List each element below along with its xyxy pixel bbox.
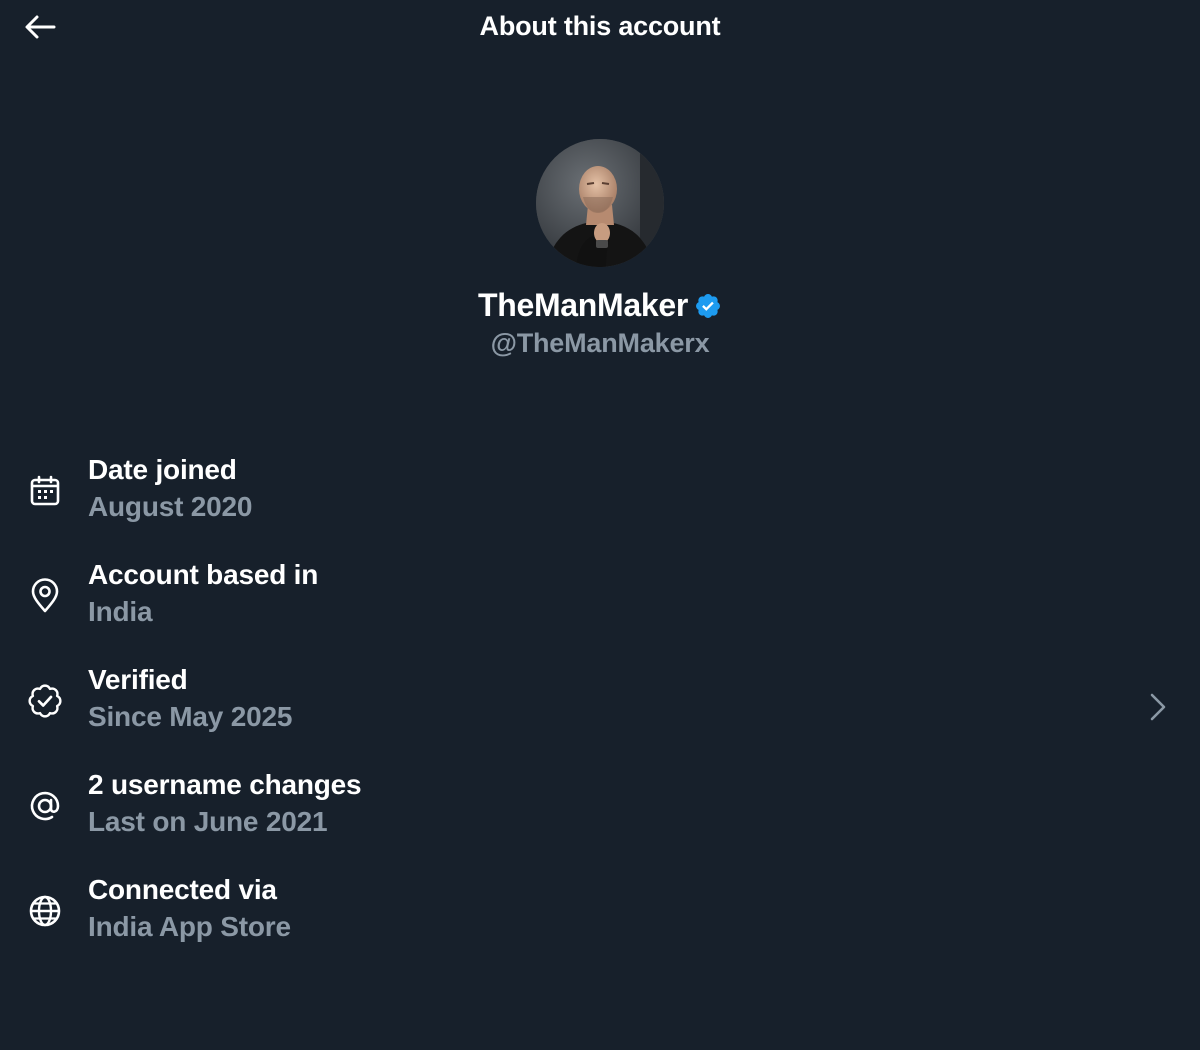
- info-value: India App Store: [88, 911, 291, 942]
- info-title: Date joined: [88, 454, 237, 485]
- about-account-screen: About this account TheManMaker @TheManMa…: [0, 0, 1200, 1050]
- header-bar: About this account: [0, 0, 1200, 56]
- display-name: TheManMaker: [477, 287, 689, 323]
- display-name-row: TheManMaker: [0, 287, 1200, 324]
- page-title: About this account: [479, 11, 721, 41]
- info-value: India: [88, 596, 153, 627]
- account-info-list: Date joined August 2020 Account based in…: [0, 447, 1200, 972]
- verified-badge-icon: [696, 293, 721, 318]
- globe-icon: [29, 895, 61, 927]
- info-row-account-based-in: Account based in India: [0, 552, 1200, 657]
- calendar-icon: [30, 475, 60, 506]
- info-title: Connected via: [88, 874, 277, 905]
- chevron-right-icon[interactable]: [1146, 692, 1170, 722]
- at-sign-icon: [30, 791, 60, 821]
- info-title: 2 username changes: [88, 769, 362, 800]
- info-row-date-joined: Date joined August 2020: [0, 447, 1200, 552]
- info-value: August 2020: [88, 491, 253, 522]
- avatar[interactable]: [536, 139, 664, 267]
- info-title: Verified: [88, 664, 188, 695]
- user-handle: @TheManMakerx: [490, 328, 710, 358]
- info-row-username-changes: 2 username changes Last on June 2021: [0, 762, 1200, 867]
- info-value: Since May 2025: [88, 701, 293, 732]
- info-row-connected-via: Connected via India App Store: [0, 867, 1200, 972]
- verified-check-icon: [28, 684, 62, 718]
- location-pin-icon: [31, 578, 59, 613]
- info-row-verified[interactable]: Verified Since May 2025: [0, 657, 1200, 762]
- avatar-photo: [536, 139, 664, 267]
- info-title: Account based in: [88, 559, 319, 590]
- info-value: Last on June 2021: [88, 806, 328, 837]
